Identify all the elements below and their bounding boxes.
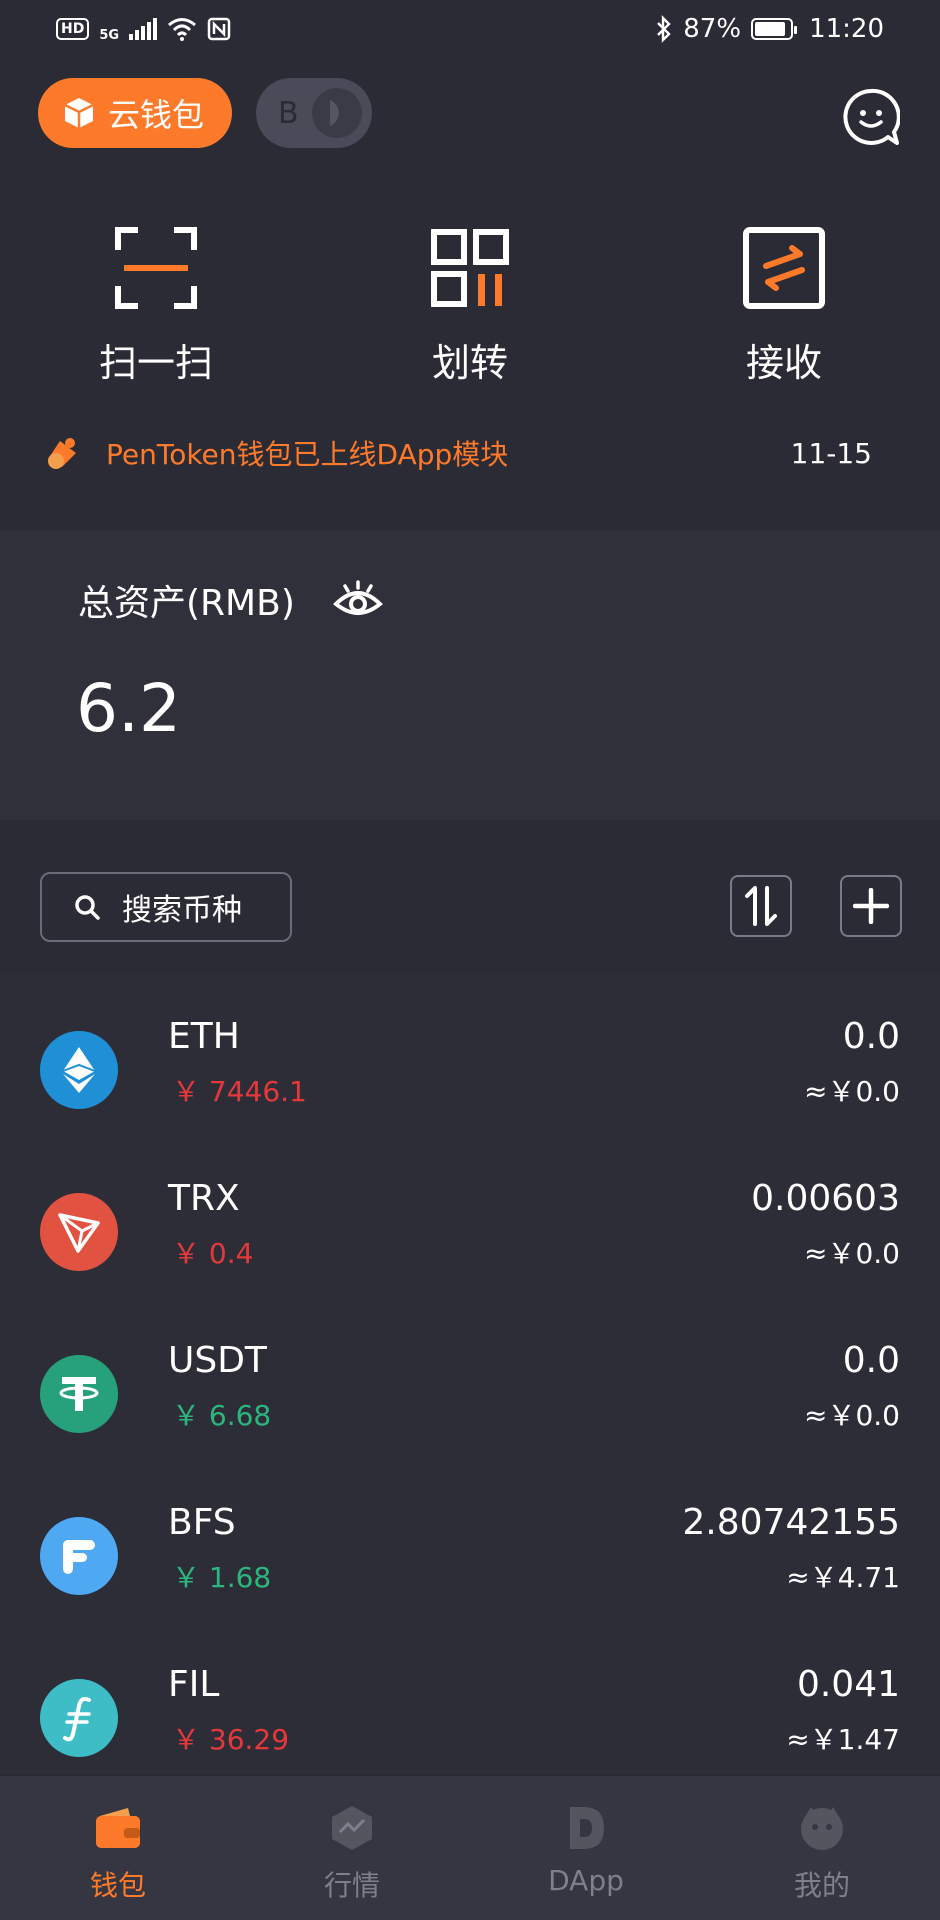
sort-icon bbox=[745, 886, 777, 926]
bfs-icon bbox=[40, 1517, 118, 1595]
token-row-fil[interactable]: FIL ￥ 36.29 0.041 ≈￥1.47 bbox=[0, 1622, 940, 1784]
sort-button[interactable] bbox=[730, 875, 792, 937]
token-value: ≈￥0.0 bbox=[804, 1075, 900, 1108]
token-value: ≈￥4.71 bbox=[786, 1561, 900, 1594]
announcement-text: PenToken钱包已上线DApp模块 bbox=[106, 438, 509, 471]
receive-label: 接收 bbox=[745, 341, 822, 385]
status-left: HD 5G bbox=[56, 16, 231, 43]
market-icon bbox=[332, 1806, 372, 1850]
token-price: ￥ 6.68 bbox=[172, 1399, 272, 1432]
token-price: ￥ 0.4 bbox=[172, 1237, 254, 1270]
cloud-wallet-button[interactable]: 云钱包 bbox=[38, 78, 232, 148]
total-assets-title: 总资产(RMB) bbox=[78, 583, 295, 624]
dapp-icon bbox=[570, 1807, 604, 1849]
total-assets-card: 总资产(RMB) 6.2 bbox=[0, 530, 940, 820]
token-amount: 0.041 bbox=[796, 1664, 900, 1705]
token-value: ≈￥1.47 bbox=[786, 1723, 900, 1756]
nfc-icon bbox=[207, 17, 231, 41]
scan-label: 扫一扫 bbox=[98, 341, 213, 385]
search-input[interactable]: 搜索币种 bbox=[40, 872, 292, 942]
nav-market[interactable]: 行情 bbox=[272, 1804, 432, 1904]
token-symbol: ETH bbox=[168, 1016, 240, 1057]
token-row-usdt[interactable]: USDT ￥ 6.68 0.0 ≈￥0.0 bbox=[0, 1298, 940, 1460]
token-row-eth[interactable]: ETH ￥ 7446.1 0.0 ≈￥0.0 bbox=[0, 974, 940, 1136]
usdt-icon bbox=[40, 1355, 118, 1433]
token-price: ￥ 1.68 bbox=[172, 1561, 272, 1594]
announcement-bar[interactable]: PenToken钱包已上线DApp模块 11-15 bbox=[42, 428, 872, 478]
scan-icon bbox=[115, 227, 197, 309]
token-row-bfs[interactable]: BFS ￥ 1.68 2.80742155 ≈￥4.71 bbox=[0, 1460, 940, 1622]
transfer-button[interactable]: 划转 bbox=[360, 226, 580, 387]
total-assets-header: 总资产(RMB) bbox=[78, 574, 383, 626]
status-right: 87% 11:20 bbox=[655, 14, 884, 44]
bottom-nav: 钱包 行情 DApp 我的 bbox=[0, 1776, 940, 1920]
add-token-button[interactable] bbox=[840, 875, 902, 937]
play-icon bbox=[330, 100, 339, 126]
token-list: ETH ￥ 7446.1 0.0 ≈￥0.0 TRX ￥ 0.4 0.00603… bbox=[0, 974, 940, 1774]
token-symbol: BFS bbox=[168, 1502, 236, 1543]
token-value: ≈￥0.0 bbox=[804, 1399, 900, 1432]
nav-label-dapp: DApp bbox=[548, 1864, 624, 1897]
megaphone-icon bbox=[48, 438, 76, 469]
eye-icon[interactable] bbox=[332, 578, 383, 622]
wifi-icon bbox=[168, 18, 197, 41]
status-bar: HD 5G 87% 11:20 bbox=[0, 0, 940, 58]
network-type: 5G bbox=[99, 27, 120, 43]
search-icon bbox=[75, 895, 100, 920]
nav-label-profile: 我的 bbox=[793, 1869, 850, 1902]
transfer-label: 划转 bbox=[431, 341, 508, 385]
token-symbol: FIL bbox=[168, 1664, 220, 1705]
token-symbol: TRX bbox=[168, 1178, 240, 1219]
battery-percent: 87% bbox=[683, 14, 742, 44]
token-symbol: USDT bbox=[168, 1340, 267, 1381]
nav-label-wallet: 钱包 bbox=[89, 1869, 146, 1902]
receive-icon bbox=[743, 227, 825, 309]
quick-actions: 扫一扫 划转 接收 bbox=[0, 226, 940, 386]
transfer-qr-icon bbox=[431, 229, 509, 307]
battery-icon bbox=[751, 18, 798, 40]
token-row-trx[interactable]: TRX ￥ 0.4 0.00603 ≈￥0.0 bbox=[0, 1136, 940, 1298]
signal-icon bbox=[129, 18, 158, 40]
bluetooth-icon bbox=[657, 15, 671, 43]
asset-toolbar: 搜索币种 bbox=[0, 820, 940, 974]
token-amount: 2.80742155 bbox=[682, 1502, 900, 1543]
token-amount: 0.0 bbox=[842, 1340, 900, 1381]
total-assets-value: 6.2 bbox=[76, 670, 181, 747]
plus-icon bbox=[853, 888, 889, 924]
cloud-wallet-label: 云钱包 bbox=[108, 96, 205, 134]
token-amount: 0.0 bbox=[842, 1016, 900, 1057]
token-price: ￥ 36.29 bbox=[172, 1723, 290, 1756]
eth-icon bbox=[40, 1031, 118, 1109]
scan-button[interactable]: 扫一扫 bbox=[46, 226, 266, 387]
token-amount: 0.00603 bbox=[751, 1178, 900, 1219]
clock: 11:20 bbox=[809, 14, 884, 44]
cube-icon bbox=[64, 98, 94, 128]
toggle-knob bbox=[312, 88, 362, 138]
customer-service-icon[interactable] bbox=[842, 88, 900, 146]
nav-label-market: 行情 bbox=[323, 1869, 380, 1902]
receive-button[interactable]: 接收 bbox=[674, 226, 894, 387]
wallet-mode-toggle[interactable]: B bbox=[256, 78, 372, 148]
nav-profile[interactable]: 我的 bbox=[742, 1804, 902, 1904]
wallet-icon bbox=[96, 1808, 140, 1848]
announcement-date: 11-15 bbox=[790, 436, 872, 470]
search-placeholder: 搜索币种 bbox=[122, 893, 242, 928]
toggle-letter: B bbox=[278, 95, 299, 131]
nav-dapp[interactable]: DApp bbox=[506, 1804, 666, 1897]
fil-icon bbox=[40, 1679, 118, 1757]
hd-indicator: HD bbox=[56, 18, 90, 40]
trx-icon bbox=[40, 1193, 118, 1271]
token-price: ￥ 7446.1 bbox=[172, 1075, 307, 1108]
profile-icon bbox=[801, 1807, 843, 1850]
token-value: ≈￥0.0 bbox=[804, 1237, 900, 1270]
nav-wallet[interactable]: 钱包 bbox=[38, 1804, 198, 1904]
